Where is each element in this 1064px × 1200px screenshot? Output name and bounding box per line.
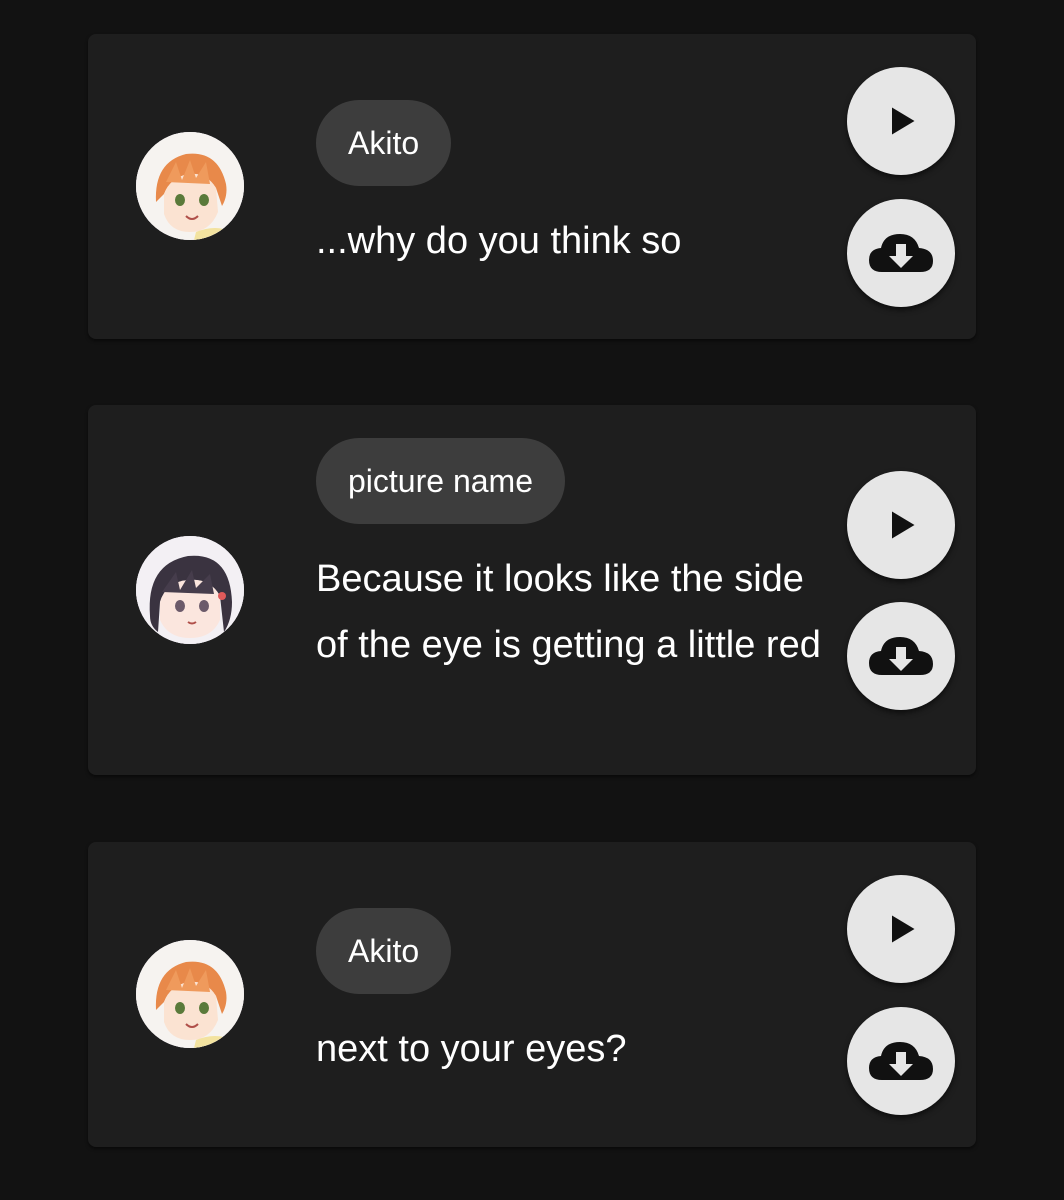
play-icon <box>892 107 915 135</box>
speaker-name-chip: Akito <box>316 100 452 186</box>
message-text: Because it looks like the side of the ey… <box>316 558 821 666</box>
cloud-download-icon <box>869 1042 933 1080</box>
akito-avatar-icon <box>136 132 244 240</box>
message-card: Akito next to your eyes? <box>88 842 976 1147</box>
cloud-download-icon <box>869 637 933 675</box>
message-text: next to your eyes? <box>316 1028 627 1070</box>
cloud-download-icon <box>869 234 933 272</box>
dark-haired-avatar-icon <box>136 536 244 644</box>
download-button[interactable] <box>847 1007 955 1115</box>
play-icon <box>892 511 915 539</box>
play-button[interactable] <box>847 875 955 983</box>
speaker-name-chip: Akito <box>316 908 452 994</box>
play-button[interactable] <box>847 67 955 175</box>
play-icon <box>892 915 915 943</box>
message-text: ...why do you think so <box>316 220 682 262</box>
download-button[interactable] <box>847 199 955 307</box>
play-button[interactable] <box>847 471 955 579</box>
speaker-name-chip: picture name <box>316 438 565 524</box>
message-card: picture name Because it looks like the s… <box>88 405 976 775</box>
message-card: Akito ...why do you think so <box>88 34 976 339</box>
download-button[interactable] <box>847 602 955 710</box>
akito-avatar-icon <box>136 940 244 1048</box>
